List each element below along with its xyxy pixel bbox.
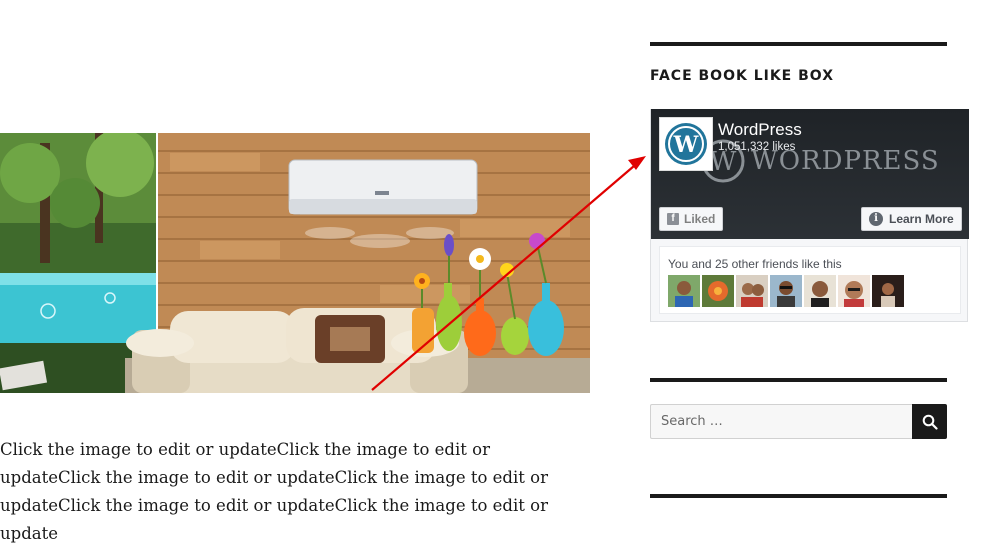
post-body-text: Click the image to edit or updateClick t… <box>0 440 548 543</box>
learn-more-button[interactable]: i Learn More <box>861 207 962 231</box>
friend-avatar[interactable] <box>736 275 768 307</box>
facebook-f-icon: f <box>667 213 679 225</box>
living-room-illustration <box>0 133 590 393</box>
facebook-page-avatar[interactable]: W <box>659 117 713 171</box>
friend-avatars <box>668 275 904 307</box>
friends-like-text: You and 25 other friends like this <box>668 257 842 271</box>
learn-more-button-label: Learn More <box>889 212 954 226</box>
facebook-like-box: W WORDPRESS W WordPress 1,051,332 likes … <box>650 109 969 322</box>
wordpress-logo-icon: W <box>665 123 707 165</box>
search-icon <box>922 414 938 430</box>
facebook-friends-panel: You and 25 other friends like this <box>659 246 961 314</box>
facebook-like-count: 1,051,332 likes <box>718 141 796 153</box>
friend-avatar[interactable] <box>668 275 700 307</box>
facebook-page-name[interactable]: WordPress <box>718 120 802 140</box>
search-form <box>650 404 947 439</box>
friend-avatar[interactable] <box>702 275 734 307</box>
liked-button-label: Liked <box>684 212 716 226</box>
svg-text:W: W <box>673 132 699 158</box>
widget-divider <box>650 378 947 382</box>
search-button[interactable] <box>912 404 947 439</box>
widget-title-facebook: FACE BOOK LIKE BOX <box>650 68 834 84</box>
friend-avatar[interactable] <box>770 275 802 307</box>
widget-divider <box>650 42 947 46</box>
liked-button[interactable]: f Liked <box>659 207 724 231</box>
widget-divider <box>650 494 947 498</box>
friend-avatar[interactable] <box>804 275 836 307</box>
hero-image[interactable] <box>0 133 590 393</box>
friend-avatar[interactable] <box>838 275 870 307</box>
search-input[interactable] <box>650 404 912 439</box>
friend-avatar[interactable] <box>872 275 904 307</box>
info-icon: i <box>869 212 883 226</box>
